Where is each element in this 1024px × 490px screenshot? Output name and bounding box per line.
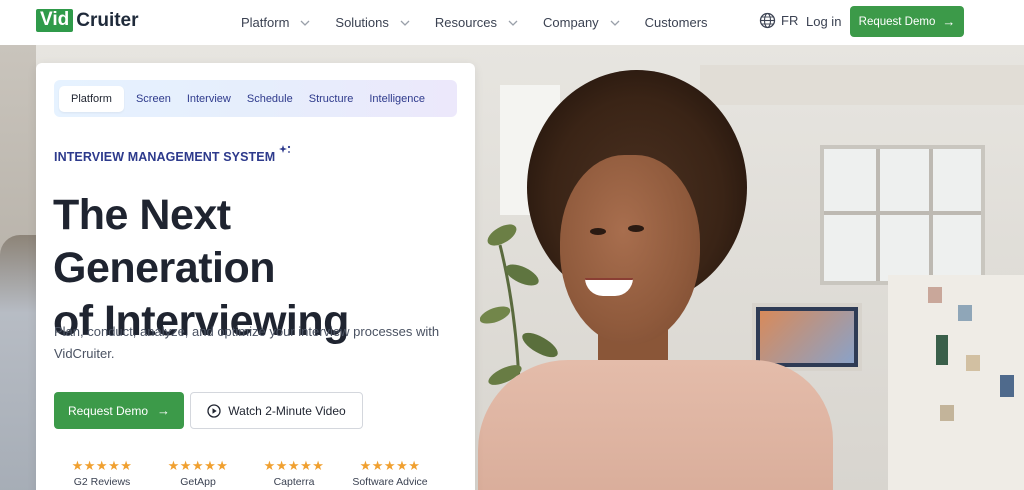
vidcruiter-logo[interactable]: Vid Cruiter	[36, 9, 139, 32]
arrow-right-icon: →	[942, 14, 956, 29]
button-label: Request Demo	[858, 15, 936, 28]
chevron-down-icon	[609, 17, 621, 29]
eyebrow-heading: INTERVIEW MANAGEMENT SYSTEM	[54, 145, 292, 164]
review-label: Software Advice	[352, 476, 428, 488]
login-link[interactable]: Log in	[806, 14, 841, 29]
nav-item-resources[interactable]: Resources	[435, 15, 519, 30]
hero-card: Platform Screen Interview Schedule Struc…	[36, 63, 475, 490]
watch-video-button[interactable]: Watch 2-Minute Video	[190, 392, 363, 429]
review-g2[interactable]: ★★★★★ G2 Reviews	[54, 458, 150, 488]
globe-icon	[759, 12, 776, 29]
person-eye	[590, 228, 606, 235]
review-capterra[interactable]: ★★★★★ Capterra	[246, 458, 342, 488]
star-rating-icon: ★★★★★	[263, 458, 325, 473]
title-line-1: The Next Generation	[53, 191, 276, 292]
background-board	[888, 275, 1024, 490]
person-eye	[628, 225, 644, 232]
review-label: Capterra	[273, 476, 315, 488]
review-getapp[interactable]: ★★★★★ GetApp	[150, 458, 246, 488]
nav-item-label: Solutions	[335, 15, 389, 30]
nav-item-label: Resources	[434, 15, 498, 30]
nav-item-label: Customers	[644, 15, 708, 30]
review-ratings: ★★★★★ G2 Reviews ★★★★★ GetApp ★★★★★ Capt…	[54, 458, 454, 490]
nav-item-company[interactable]: Company	[543, 15, 621, 30]
nav-item-customers[interactable]: Customers	[645, 15, 708, 30]
tab-screen[interactable]: Screen	[128, 86, 179, 112]
product-tabs: Platform Screen Interview Schedule Struc…	[54, 80, 457, 117]
star-rating-icon: ★★★★★	[359, 458, 421, 473]
review-label: GetApp	[180, 476, 216, 488]
review-software-advice[interactable]: ★★★★★ Software Advice	[342, 458, 438, 488]
tab-schedule[interactable]: Schedule	[239, 86, 301, 112]
person-sweater	[478, 360, 833, 490]
language-switcher[interactable]: FR	[759, 12, 798, 29]
background-person	[0, 235, 36, 490]
button-label: Request Demo	[67, 403, 149, 418]
tab-intelligence[interactable]: Intelligence	[361, 86, 433, 112]
language-label: FR	[781, 13, 799, 28]
tab-structure[interactable]: Structure	[301, 86, 362, 112]
eyebrow-text: INTERVIEW MANAGEMENT SYSTEM	[54, 150, 276, 164]
star-rating-icon: ★★★★★	[167, 458, 229, 473]
person-face	[560, 155, 700, 345]
nav-item-platform[interactable]: Platform	[241, 15, 311, 30]
button-label: Watch 2-Minute Video	[228, 403, 346, 418]
sparkle-icon	[279, 145, 291, 153]
nav-item-label: Platform	[241, 15, 290, 30]
main-nav: Platform Solutions Resources Company Cus…	[241, 0, 732, 45]
star-rating-icon: ★★★★★	[71, 458, 133, 473]
logo-wordmark: Cruiter	[76, 9, 139, 31]
tab-interview[interactable]: Interview	[179, 86, 239, 112]
site-header: Vid Cruiter Platform Solutions Resources…	[0, 0, 1024, 45]
hero-description: Plan, conduct, analyze, and optimize you…	[54, 324, 440, 361]
background-shelf	[700, 65, 1024, 105]
arrow-right-icon: →	[157, 403, 171, 418]
chevron-down-icon	[507, 17, 519, 29]
review-label: G2 Reviews	[73, 476, 131, 488]
play-icon	[207, 403, 221, 418]
chevron-down-icon	[399, 17, 411, 29]
tab-platform[interactable]: Platform	[59, 85, 124, 112]
nav-item-solutions[interactable]: Solutions	[335, 15, 410, 30]
header-request-demo-button[interactable]: Request Demo →	[850, 6, 964, 37]
chevron-down-icon	[299, 17, 311, 29]
request-demo-button[interactable]: Request Demo →	[54, 392, 184, 429]
logo-mark: Vid	[36, 9, 74, 32]
background-window	[820, 145, 985, 285]
nav-item-label: Company	[543, 15, 599, 30]
